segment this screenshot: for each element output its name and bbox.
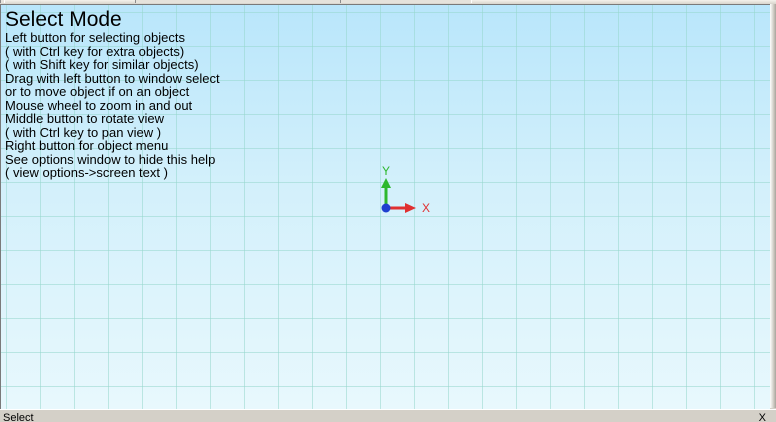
3d-viewport[interactable]: Select Mode Left button for selecting ob… (0, 4, 770, 409)
help-line: ( view options->screen text ) (5, 165, 168, 180)
status-close-button[interactable]: X (759, 412, 766, 422)
screen-help-text: Select Mode Left button for selecting ob… (5, 8, 220, 180)
help-line: Mouse wheel to zoom in and out (5, 97, 193, 113)
help-line: Left button for selecting objects (5, 30, 185, 45)
axis-triad-icon: Y X (381, 164, 430, 215)
viewport-right-border (770, 4, 776, 408)
help-line: Right button for object menu (5, 138, 169, 153)
help-line: ( with Shift key for similar objects) (5, 57, 199, 72)
status-text: Select (3, 412, 34, 422)
y-axis-label: Y (382, 164, 390, 178)
x-axis-label: X (422, 201, 430, 215)
help-line: ( with Ctrl key to pan view ) (5, 124, 162, 140)
help-line: Middle button to rotate view (5, 111, 164, 126)
mode-title: Select Mode (5, 8, 122, 31)
z-axis-dot (381, 203, 391, 213)
help-line: ( with Ctrl key for extra objects) (5, 43, 185, 59)
toolbar-tab[interactable] (0, 0, 5, 3)
toolbar-tab[interactable] (135, 0, 342, 3)
y-axis-arrowhead (381, 178, 391, 188)
status-bar: Select X (0, 409, 776, 422)
app-window: Select Mode Left button for selecting ob… (0, 0, 776, 422)
help-line: See options window to hide this help (5, 151, 216, 167)
help-line: or to move object if on an object (5, 84, 190, 99)
toolbar-tab[interactable] (340, 0, 472, 3)
help-line: Drag with left button to window select (5, 70, 220, 86)
x-axis-arrowhead (405, 203, 416, 213)
